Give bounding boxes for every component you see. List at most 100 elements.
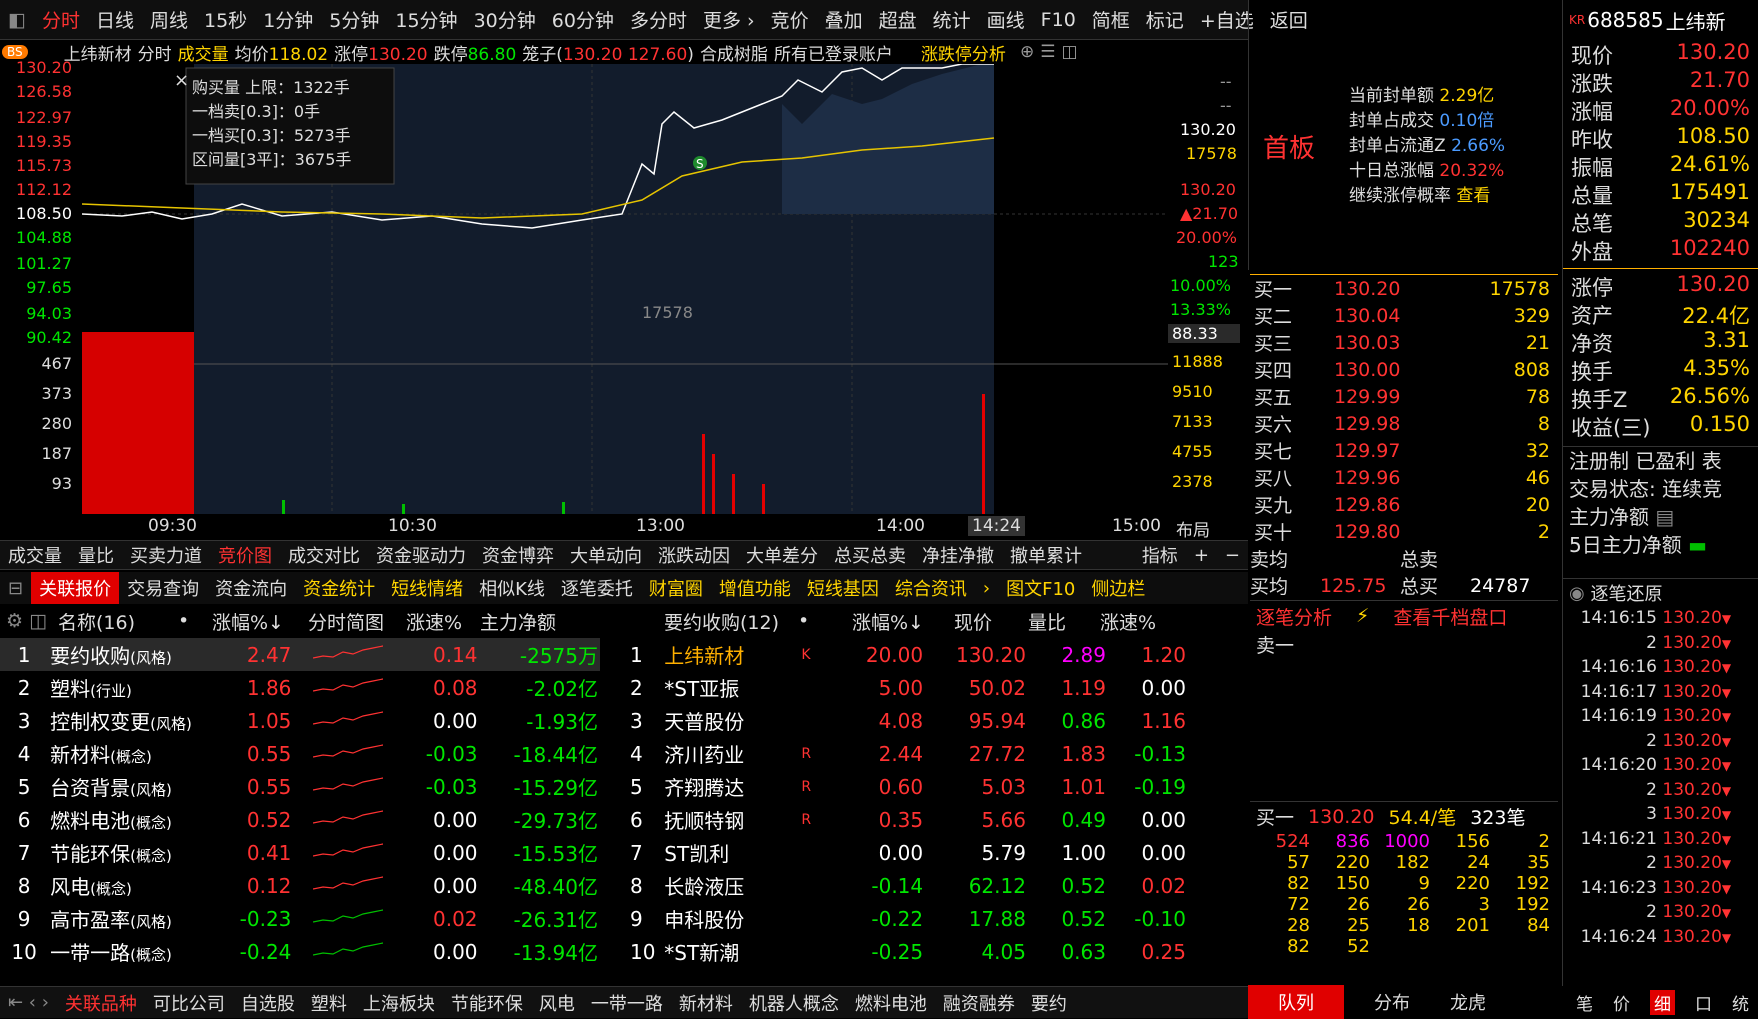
table-row[interactable]: 9 申科股份 -0.22 17.88 0.52 -0.10 <box>628 902 1188 935</box>
ind-fund-drive[interactable]: 资金驱动力 <box>368 542 474 568</box>
table-row[interactable]: 4 新材料(概念) 0.55 -0.03 -18.44亿 <box>0 737 600 770</box>
btab-fuelcell[interactable]: 燃料电池 <box>847 990 935 1016</box>
btn-overlay[interactable]: 叠加 <box>817 6 871 33</box>
orderbook-row[interactable]: 买二 130.04 329 <box>1250 302 1550 329</box>
tab-5min[interactable]: 5分钟 <box>321 6 387 33</box>
sector-name[interactable]: 一带一路(概念) <box>48 935 223 968</box>
btab-related[interactable]: 关联品种 <box>57 990 145 1016</box>
tab-f10[interactable]: 图文F10 <box>998 575 1083 601</box>
tab-short-sentiment[interactable]: 短线情绪 <box>383 575 471 601</box>
stock-name[interactable]: 上纬新材 <box>662 638 799 671</box>
tick-title[interactable]: ◉ 逐笔还原 <box>1563 579 1758 607</box>
limit-analysis-link[interactable]: 涨跌停分析 <box>921 40 1006 65</box>
col-name[interactable]: 名称(16) <box>58 608 178 635</box>
col-speed[interactable]: 涨速% <box>1100 608 1172 635</box>
ind-cancel[interactable]: 撤单累计 <box>1002 542 1090 568</box>
ind-buysell[interactable]: 买卖力道 <box>122 542 210 568</box>
table-row[interactable]: 6 抚顺特钢 R 0.35 5.66 0.49 0.00 <box>628 803 1188 836</box>
tab-short-gene[interactable]: 短线基因 <box>799 575 887 601</box>
btn-mark[interactable]: 标记 <box>1138 6 1192 33</box>
btab-wind[interactable]: 风电 <box>531 990 583 1016</box>
ind-big-order[interactable]: 大单动向 <box>562 542 650 568</box>
tab-trade-query[interactable]: 交易查询 <box>119 575 207 601</box>
sector-name[interactable]: 控制权变更(风格) <box>48 704 223 737</box>
table-row[interactable]: 4 济川药业 R 2.44 27.72 1.83 -0.13 <box>628 737 1188 770</box>
sector-name[interactable]: 高市盈率(风格) <box>48 902 223 935</box>
tab-value-add[interactable]: 增值功能 <box>711 575 799 601</box>
btn-simple-frame[interactable]: 简框 <box>1084 6 1138 33</box>
stock-name[interactable]: *ST亚振 <box>662 671 799 704</box>
tab-1min[interactable]: 1分钟 <box>255 6 321 33</box>
table-row[interactable]: 10 *ST新潮 -0.25 4.05 0.63 0.25 <box>628 935 1188 968</box>
col-vr[interactable]: 量比 <box>1028 608 1100 635</box>
orderbook-row[interactable]: 买十 129.80 2 <box>1250 518 1550 545</box>
btn-stats[interactable]: 统计 <box>925 6 979 33</box>
ind-vol-ratio[interactable]: 量比 <box>70 542 122 568</box>
table-row[interactable]: 2 *ST亚振 5.00 50.02 1.19 0.00 <box>628 671 1188 704</box>
ind-net-hang[interactable]: 净挂净撤 <box>914 542 1002 568</box>
sector-name[interactable]: 风电(概念) <box>48 869 223 902</box>
tab-weekly[interactable]: 周线 <box>142 6 196 33</box>
accounts-label[interactable]: 所有已登录账户 <box>774 40 893 65</box>
table-row[interactable]: 8 风电(概念) 0.12 0.00 -48.40亿 <box>0 869 600 902</box>
orderbook-row[interactable]: 买六 129.98 8 <box>1250 410 1550 437</box>
ind-compare[interactable]: 成交对比 <box>280 542 368 568</box>
btab-belt[interactable]: 一带一路 <box>583 990 671 1016</box>
ind-reason[interactable]: 涨跌动因 <box>650 542 738 568</box>
stock-name[interactable]: 申科股份 <box>662 902 799 935</box>
btn-draw[interactable]: 画线 <box>979 6 1033 33</box>
ttab-mouth[interactable]: 口 <box>1695 990 1712 1015</box>
tab-similar-k[interactable]: 相似K线 <box>471 575 553 601</box>
ttab-price[interactable]: 价 <box>1613 990 1630 1015</box>
ttab-tick[interactable]: 笔 <box>1576 990 1593 1015</box>
orderbook-row[interactable]: 买七 129.97 32 <box>1250 437 1550 464</box>
tab-related-quote[interactable]: 关联报价 <box>31 572 120 604</box>
tab-fund-flow[interactable]: 资金流向 <box>207 575 295 601</box>
col-price[interactable]: 现价 <box>954 608 1028 635</box>
tab-daily[interactable]: 日线 <box>88 6 142 33</box>
tab-more-icon[interactable]: › <box>975 578 998 599</box>
orderbook-row[interactable]: 买四 130.00 808 <box>1250 356 1550 383</box>
btab-tender[interactable]: 要约 <box>1023 990 1075 1016</box>
tab-news[interactable]: 综合资讯 <box>887 575 975 601</box>
table-row[interactable]: 7 节能环保(概念) 0.41 0.00 -15.53亿 <box>0 836 600 869</box>
table-row[interactable]: 10 一带一路(概念) -0.24 0.00 -13.94亿 <box>0 935 600 968</box>
col-speed[interactable]: 涨速% <box>406 608 480 635</box>
stock-name[interactable]: 长龄液压 <box>662 869 799 902</box>
orderbook-row[interactable]: 买五 129.99 78 <box>1250 383 1550 410</box>
btab-newmat[interactable]: 新材料 <box>671 990 741 1016</box>
table-row[interactable]: 6 燃料电池(概念) 0.52 0.00 -29.73亿 <box>0 803 600 836</box>
table-row[interactable]: 7 ST凯利 0.00 5.79 1.00 0.00 <box>628 836 1188 869</box>
tick-analysis-title[interactable]: 逐笔分析 <box>1256 603 1332 630</box>
sector-name[interactable]: 塑料(行业) <box>48 671 223 704</box>
ttab-detail[interactable]: 细 <box>1650 989 1675 1015</box>
table-row[interactable]: 2 塑料(行业) 1.86 0.08 -2.02亿 <box>0 671 600 704</box>
stock-name[interactable]: 济川药业 <box>662 737 799 770</box>
table-row[interactable]: 3 控制权变更(风格) 1.05 0.00 -1.93亿 <box>0 704 600 737</box>
sector-name[interactable]: 要约收购(风格) <box>48 638 223 671</box>
btn-f10[interactable]: F10 <box>1033 9 1084 31</box>
stock-name[interactable]: 抚顺特钢 <box>662 803 799 836</box>
btab-comparable[interactable]: 可比公司 <box>145 990 233 1016</box>
list-icon[interactable]: ☰ <box>1040 42 1055 62</box>
orderbook-row[interactable]: 买九 129.86 20 <box>1250 491 1550 518</box>
tab-wealth[interactable]: 财富圈 <box>641 575 711 601</box>
btab-plastic[interactable]: 塑料 <box>303 990 355 1016</box>
table-row[interactable]: 3 天普股份 4.08 95.94 0.86 1.16 <box>628 704 1188 737</box>
btab-margin[interactable]: 融资融券 <box>935 990 1023 1016</box>
nav-arrows-icon[interactable]: ⇤ ‹ › <box>0 992 57 1013</box>
table-row[interactable]: 8 长龄液压 -0.14 62.12 0.52 0.02 <box>628 869 1188 902</box>
ttab-stats[interactable]: 统 <box>1732 990 1749 1015</box>
ind-volume[interactable]: 成交量 <box>0 542 70 568</box>
ind-total-bs[interactable]: 总买总卖 <box>826 542 914 568</box>
btn-auction[interactable]: 竞价 <box>763 6 817 33</box>
btab-watchlist[interactable]: 自选股 <box>233 990 303 1016</box>
tab-30min[interactable]: 30分钟 <box>466 6 544 33</box>
col-net[interactable]: 主力净额 <box>480 608 570 635</box>
sector-name[interactable]: 新材料(概念) <box>48 737 223 770</box>
sector-name[interactable]: 台资背景(风格) <box>48 770 223 803</box>
settings-icon[interactable]: ⊕ <box>1020 42 1034 62</box>
window-icon[interactable]: ◧ <box>0 9 34 31</box>
sector-name[interactable]: 节能环保(概念) <box>48 836 223 869</box>
tab-queue[interactable]: 队列 <box>1248 985 1344 1019</box>
